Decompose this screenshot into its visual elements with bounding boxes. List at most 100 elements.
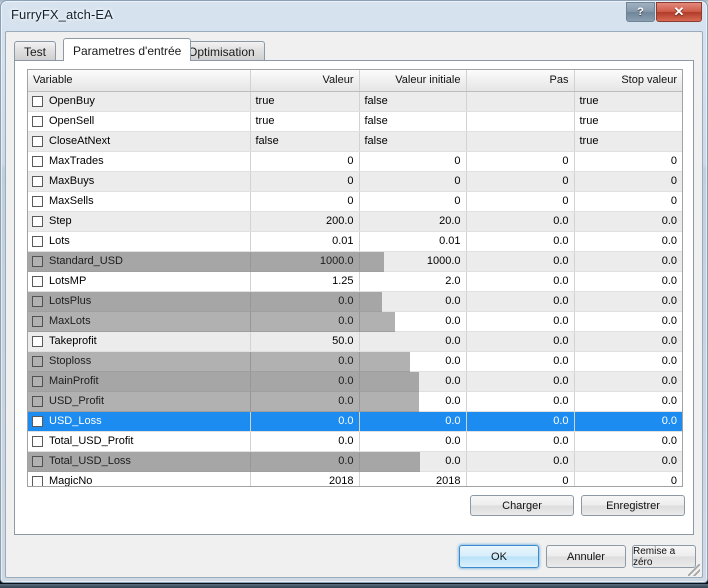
table-row[interactable]: USD_Loss0.00.00.00.0 xyxy=(28,411,682,431)
cell-stop-valeur[interactable]: 0.0 xyxy=(574,271,682,291)
cell-stop-valeur[interactable]: 0.0 xyxy=(574,431,682,451)
cell-stop-valeur[interactable]: 0.0 xyxy=(574,231,682,251)
cell-stop-valeur[interactable]: 0.0 xyxy=(574,351,682,371)
tab-parametres-d-entree[interactable]: Parametres d'entrée xyxy=(63,38,191,61)
cell-valeur[interactable]: 0.0 xyxy=(250,351,359,371)
column-header-pas[interactable]: Pas xyxy=(466,70,574,91)
column-header-valeur-initiale[interactable]: Valeur initiale xyxy=(359,70,466,91)
cell-variable[interactable]: OpenBuy xyxy=(28,91,250,111)
cell-valeur-initiale[interactable]: false xyxy=(359,111,466,131)
cell-valeur[interactable]: 0 xyxy=(250,191,359,211)
table-row[interactable]: MainProfit0.00.00.00.0 xyxy=(28,371,682,391)
ok-button[interactable]: OK xyxy=(459,545,539,568)
cell-variable[interactable]: Stoploss xyxy=(28,351,250,371)
cell-valeur[interactable]: 0.01 xyxy=(250,231,359,251)
cell-variable[interactable]: Standard_USD xyxy=(28,251,250,271)
cell-variable[interactable]: MaxSells xyxy=(28,191,250,211)
column-header-stop-valeur[interactable]: Stop valeur xyxy=(574,70,682,91)
cell-pas[interactable]: 0.0 xyxy=(466,411,574,431)
cell-variable[interactable]: Step xyxy=(28,211,250,231)
table-row[interactable]: MagicNo2018201800 xyxy=(28,471,682,487)
cell-pas[interactable]: 0.0 xyxy=(466,211,574,231)
cell-pas[interactable]: 0.0 xyxy=(466,291,574,311)
optimize-checkbox[interactable] xyxy=(32,196,43,207)
cell-pas[interactable]: 0 xyxy=(466,151,574,171)
cell-valeur[interactable]: 0.0 xyxy=(250,451,359,471)
cell-valeur-initiale[interactable]: 0.0 xyxy=(359,351,466,371)
optimize-checkbox[interactable] xyxy=(32,416,43,427)
cell-valeur-initiale[interactable]: 2018 xyxy=(359,471,466,487)
cell-pas[interactable] xyxy=(466,131,574,151)
cell-variable[interactable]: LotsPlus xyxy=(28,291,250,311)
cell-variable[interactable]: USD_Loss xyxy=(28,411,250,431)
resize-grip[interactable] xyxy=(688,564,700,576)
close-button[interactable]: ✕ xyxy=(656,2,702,22)
cell-pas[interactable]: 0.0 xyxy=(466,231,574,251)
optimize-checkbox[interactable] xyxy=(32,336,43,347)
optimize-checkbox[interactable] xyxy=(32,236,43,247)
cell-pas[interactable]: 0 xyxy=(466,471,574,487)
cell-valeur[interactable]: false xyxy=(250,131,359,151)
table-row[interactable]: LotsPlus0.00.00.00.0 xyxy=(28,291,682,311)
parameters-grid[interactable]: Variable Valeur Valeur initiale Pas Stop… xyxy=(27,69,683,487)
cell-valeur-initiale[interactable]: 20.0 xyxy=(359,211,466,231)
cell-valeur-initiale[interactable]: false xyxy=(359,131,466,151)
cell-variable[interactable]: Total_USD_Loss xyxy=(28,451,250,471)
cell-variable[interactable]: MainProfit xyxy=(28,371,250,391)
table-row[interactable]: Stoploss0.00.00.00.0 xyxy=(28,351,682,371)
cell-pas[interactable]: 0.0 xyxy=(466,251,574,271)
optimize-checkbox[interactable] xyxy=(32,296,43,307)
cell-stop-valeur[interactable]: true xyxy=(574,111,682,131)
enregistrer-button[interactable]: Enregistrer xyxy=(581,495,685,516)
cell-pas[interactable]: 0 xyxy=(466,191,574,211)
cell-stop-valeur[interactable]: 0.0 xyxy=(574,291,682,311)
table-row[interactable]: MaxSells0000 xyxy=(28,191,682,211)
cell-pas[interactable]: 0.0 xyxy=(466,371,574,391)
column-header-valeur[interactable]: Valeur xyxy=(250,70,359,91)
cell-valeur[interactable]: 200.0 xyxy=(250,211,359,231)
cell-variable[interactable]: MaxBuys xyxy=(28,171,250,191)
cell-valeur-initiale[interactable]: 0.01 xyxy=(359,231,466,251)
cell-stop-valeur[interactable]: 0.0 xyxy=(574,451,682,471)
optimize-checkbox[interactable] xyxy=(32,176,43,187)
optimize-checkbox[interactable] xyxy=(32,136,43,147)
optimize-checkbox[interactable] xyxy=(32,356,43,367)
remise-a-zero-button[interactable]: Remise a zéro xyxy=(632,545,696,568)
cell-valeur[interactable]: 0 xyxy=(250,151,359,171)
table-row[interactable]: CloseAtNextfalsefalsetrue xyxy=(28,131,682,151)
cell-variable[interactable]: LotsMP xyxy=(28,271,250,291)
cell-stop-valeur[interactable]: 0.0 xyxy=(574,311,682,331)
optimize-checkbox[interactable] xyxy=(32,256,43,267)
annuler-button[interactable]: Annuler xyxy=(546,545,626,568)
cell-variable[interactable]: OpenSell xyxy=(28,111,250,131)
table-row[interactable]: OpenBuytruefalsetrue xyxy=(28,91,682,111)
cell-stop-valeur[interactable]: 0.0 xyxy=(574,211,682,231)
optimize-checkbox[interactable] xyxy=(32,96,43,107)
cell-pas[interactable]: 0.0 xyxy=(466,431,574,451)
cell-valeur-initiale[interactable]: 0.0 xyxy=(359,371,466,391)
table-row[interactable]: MaxTrades0000 xyxy=(28,151,682,171)
cell-valeur[interactable]: 0.0 xyxy=(250,411,359,431)
table-row[interactable]: Step200.020.00.00.0 xyxy=(28,211,682,231)
cell-pas[interactable]: 0.0 xyxy=(466,311,574,331)
optimize-checkbox[interactable] xyxy=(32,476,43,487)
cell-stop-valeur[interactable]: 0 xyxy=(574,151,682,171)
cell-valeur-initiale[interactable]: 0.0 xyxy=(359,311,466,331)
cell-valeur[interactable]: 0.0 xyxy=(250,431,359,451)
cell-valeur[interactable]: 0.0 xyxy=(250,391,359,411)
cell-pas[interactable] xyxy=(466,111,574,131)
title-bar[interactable]: FurryFX_atch-EA ? ✕ xyxy=(1,1,707,31)
table-row[interactable]: LotsMP1.252.00.00.0 xyxy=(28,271,682,291)
tab-test[interactable]: Test xyxy=(14,41,56,61)
cell-stop-valeur[interactable]: true xyxy=(574,91,682,111)
cell-stop-valeur[interactable]: 0 xyxy=(574,471,682,487)
optimize-checkbox[interactable] xyxy=(32,456,43,467)
cell-pas[interactable]: 0.0 xyxy=(466,271,574,291)
cell-variable[interactable]: Total_USD_Profit xyxy=(28,431,250,451)
cell-pas[interactable]: 0 xyxy=(466,171,574,191)
cell-valeur-initiale[interactable]: 2.0 xyxy=(359,271,466,291)
cell-valeur-initiale[interactable]: 0 xyxy=(359,151,466,171)
cell-variable[interactable]: Takeprofit xyxy=(28,331,250,351)
cell-stop-valeur[interactable]: true xyxy=(574,131,682,151)
cell-valeur[interactable]: 0 xyxy=(250,171,359,191)
